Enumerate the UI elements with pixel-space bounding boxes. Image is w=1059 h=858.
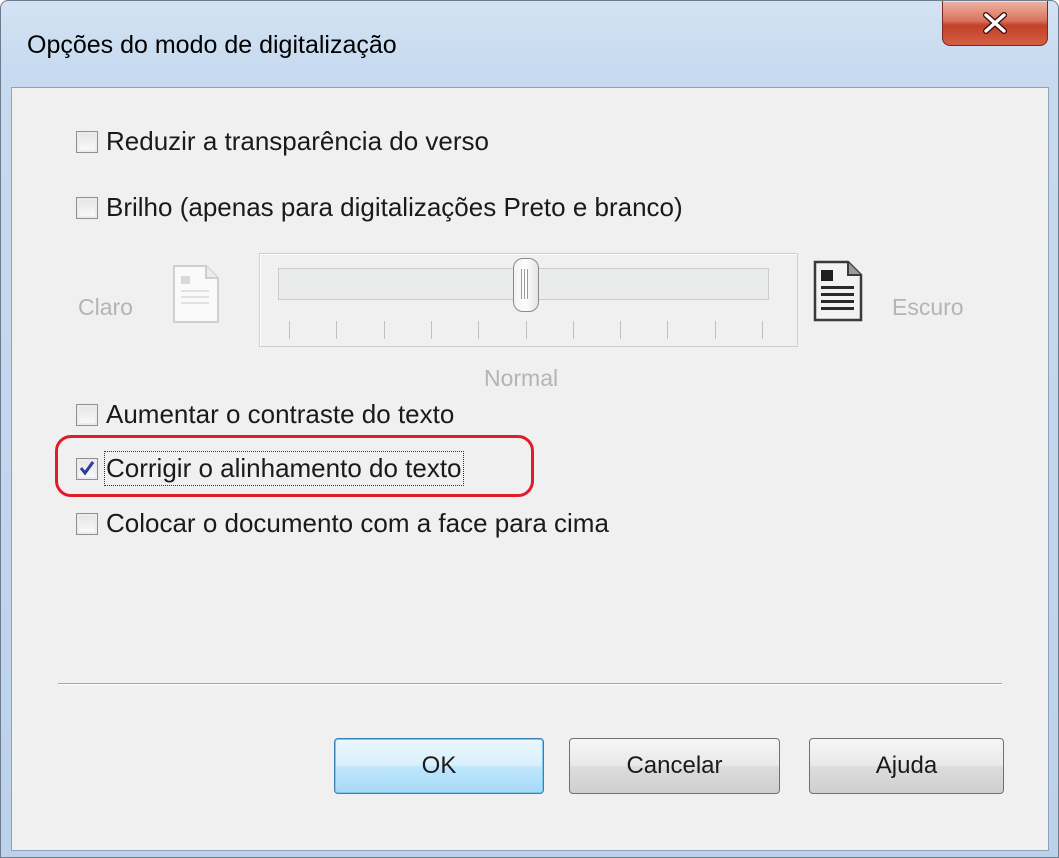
checkmark-icon <box>79 460 95 475</box>
slider-tick <box>667 321 669 339</box>
alignment-checkbox-row[interactable]: Corrigir o alinhamento do texto <box>76 451 464 486</box>
reduce-bleed-checkbox-row[interactable]: Reduzir a transparência do verso <box>76 126 489 157</box>
face-up-checkbox[interactable] <box>76 512 98 535</box>
close-icon <box>983 12 1007 34</box>
reduce-bleed-label: Reduzir a transparência do verso <box>106 126 489 156</box>
slider-grip-icon <box>520 269 530 299</box>
dialog-title: Opções do modo de digitalização <box>27 31 397 59</box>
slider-tick <box>478 321 480 339</box>
brightness-checkbox[interactable] <box>76 196 98 219</box>
reduce-bleed-checkbox[interactable] <box>76 130 98 153</box>
slider-tick <box>430 321 432 339</box>
alignment-checkbox[interactable] <box>76 457 98 480</box>
ok-button[interactable]: OK <box>334 738 544 794</box>
slider-max-label: Escuro <box>892 294 964 320</box>
slider-min-label: Claro <box>78 294 133 320</box>
brightness-slider-thumb[interactable] <box>512 258 539 312</box>
slider-tick <box>289 321 290 339</box>
dialog-window: Opções do modo de digitalização Reduzir … <box>0 0 1059 858</box>
title-bar[interactable]: Opções do modo de digitalização <box>1 1 1058 89</box>
dialog-content: Reduzir a transparência do verso Brilho … <box>11 87 1049 851</box>
contrast-label: Aumentar o contraste do texto <box>106 399 455 429</box>
slider-tick <box>620 321 622 339</box>
cancel-button[interactable]: Cancelar <box>569 738 780 794</box>
slider-tick <box>714 321 716 339</box>
face-up-checkbox-row[interactable]: Colocar o documento com a face para cima <box>76 508 609 539</box>
slider-center-label: Normal <box>484 365 559 391</box>
slider-tick <box>383 321 385 339</box>
divider <box>58 683 1002 685</box>
face-up-label: Colocar o documento com a face para cima <box>106 508 609 538</box>
contrast-checkbox[interactable] <box>76 403 98 426</box>
slider-tick <box>336 321 338 339</box>
close-button[interactable] <box>942 1 1048 46</box>
slider-tick <box>572 321 574 339</box>
alignment-label: Corrigir o alinhamento do texto <box>104 451 464 486</box>
brightness-label: Brilho (apenas para digitalizações Preto… <box>106 192 683 222</box>
brightness-checkbox-row[interactable]: Brilho (apenas para digitalizações Preto… <box>76 192 683 223</box>
contrast-checkbox-row[interactable]: Aumentar o contraste do texto <box>76 399 454 430</box>
slider-tick <box>762 321 763 339</box>
help-button[interactable]: Ajuda <box>809 738 1004 794</box>
dark-document-icon <box>813 260 863 322</box>
light-document-icon <box>173 265 219 323</box>
slider-tick <box>525 321 527 339</box>
